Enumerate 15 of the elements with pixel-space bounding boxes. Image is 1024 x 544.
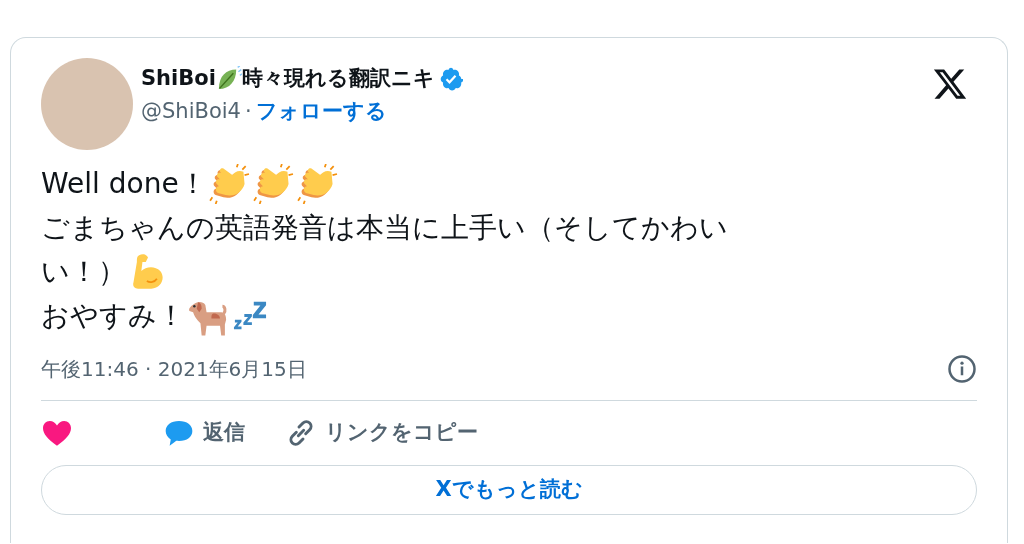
info-icon[interactable]: [947, 354, 977, 384]
user-handle: @ShiBoi4: [141, 98, 241, 125]
display-name[interactable]: 時々現れる翻訳ニキ: [241, 66, 435, 92]
display-name[interactable]: ShiBoi: [141, 66, 216, 92]
tweet-text: Well done！: [41, 166, 207, 202]
reply-action[interactable]: 返信: [163, 417, 245, 449]
read-more-button[interactable]: Xでもっと読む: [41, 465, 977, 515]
tweet-text: ごまちゃんの英語発音は本当に上手い（そしてかわい: [41, 210, 728, 246]
copy-action[interactable]: リンクをコピー: [285, 417, 478, 449]
separator-dot: ·: [244, 98, 252, 125]
follow-link[interactable]: フォローする: [255, 96, 387, 128]
x-logo-icon[interactable]: [931, 66, 969, 102]
tweet-text: い！）: [41, 254, 126, 290]
tweet-text: おやすみ！: [41, 298, 185, 334]
timestamp[interactable]: 午後11:46 · 2021年6月15日: [41, 354, 307, 384]
